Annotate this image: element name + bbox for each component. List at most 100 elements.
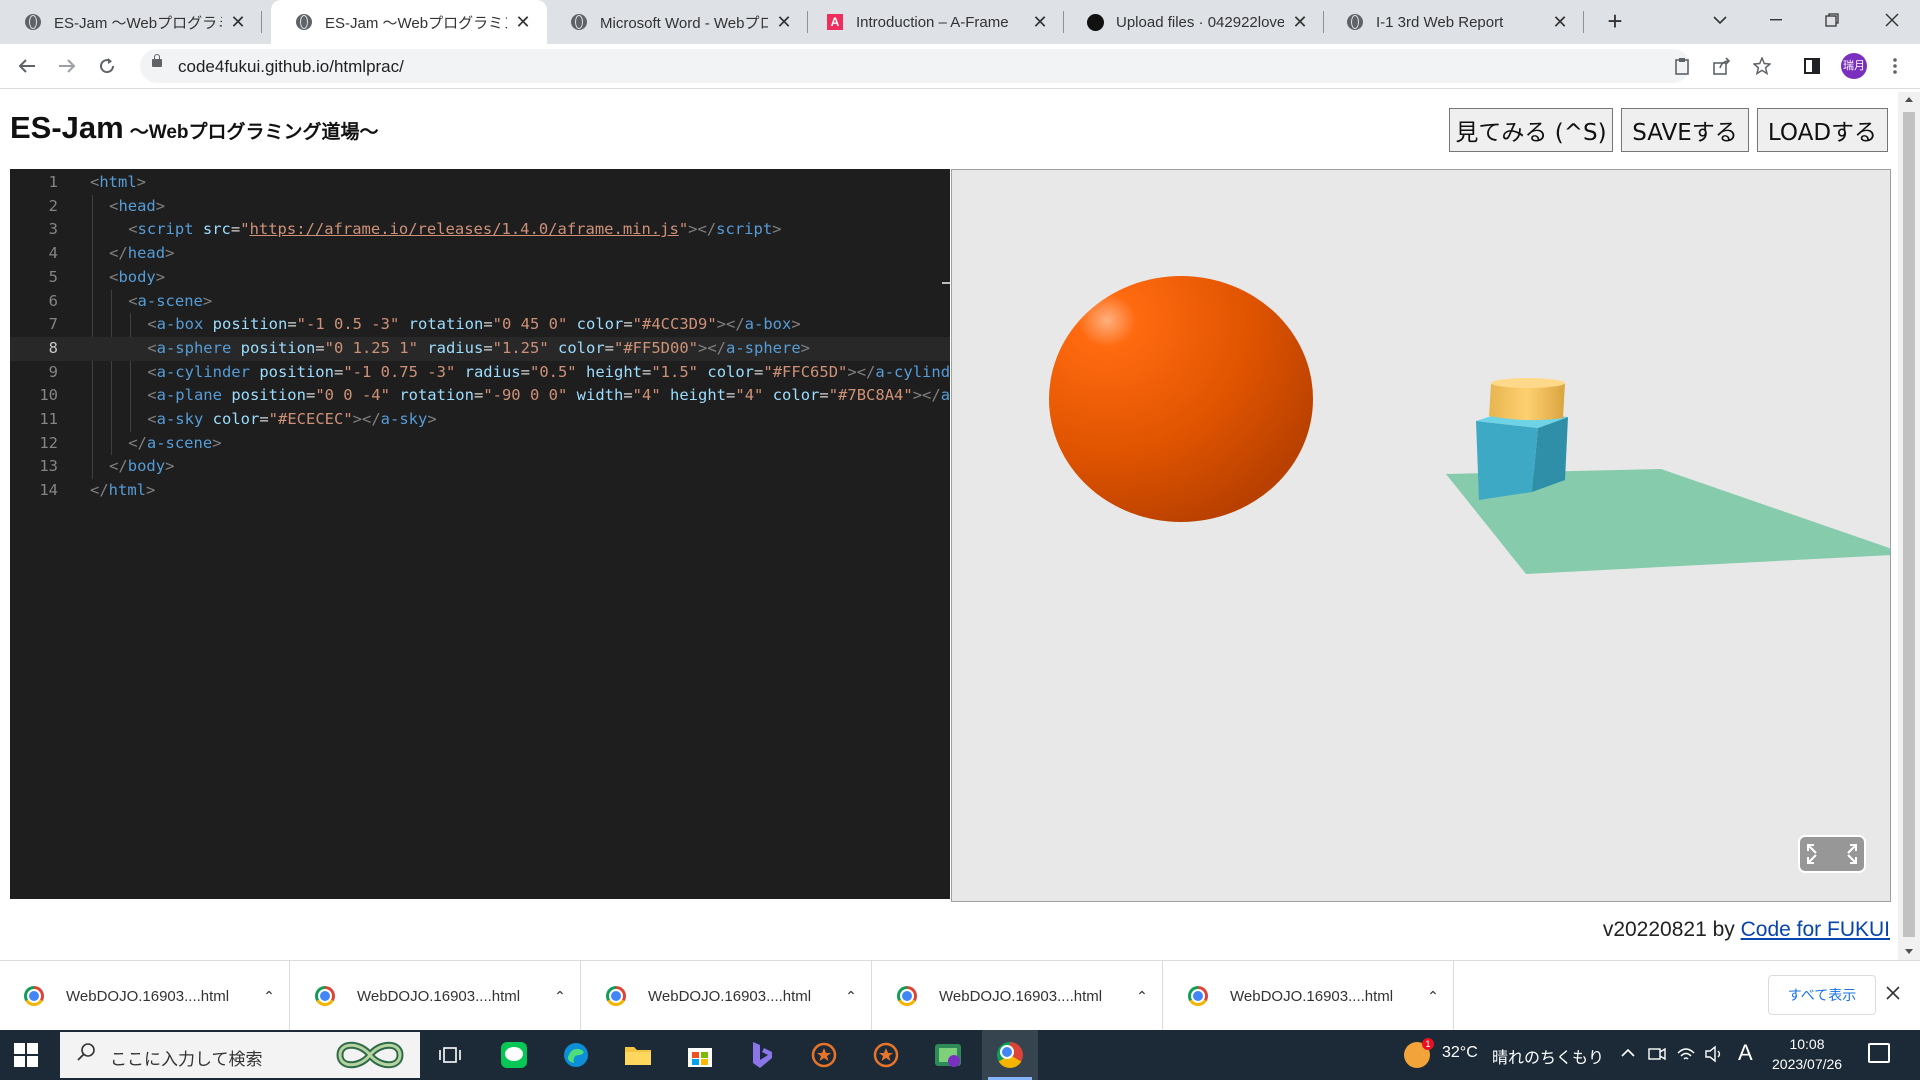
browser-tab[interactable]: ES-Jam ～Webプログラミング道場～ ✕ bbox=[271, 0, 547, 44]
bing-app[interactable] bbox=[734, 1030, 790, 1080]
page-scrollbar[interactable] bbox=[1898, 92, 1920, 960]
pinned-app-3[interactable] bbox=[920, 1030, 976, 1080]
close-window-button[interactable] bbox=[1864, 0, 1920, 40]
profile-avatar[interactable]: 瑞月 bbox=[1841, 53, 1867, 79]
side-panel-icon[interactable] bbox=[1800, 54, 1824, 78]
code-line[interactable]: 11 <a-sky color="#ECECEC"></a-sky> bbox=[10, 408, 950, 432]
browser-tab[interactable]: Microsoft Word - Webプログラミング ✕ bbox=[546, 0, 808, 44]
download-item[interactable]: WebDOJO.16903....html ⌃ bbox=[1164, 961, 1454, 1031]
ime-indicator[interactable]: A bbox=[1738, 1040, 1753, 1066]
file-explorer-app[interactable] bbox=[610, 1030, 666, 1080]
tab-close-icon[interactable]: ✕ bbox=[513, 12, 533, 33]
chevron-up-icon[interactable]: ⌃ bbox=[1413, 988, 1453, 1005]
chevron-up-icon[interactable]: ⌃ bbox=[1122, 988, 1162, 1005]
tab-close-icon[interactable]: ✕ bbox=[1030, 12, 1050, 33]
tab-close-icon[interactable]: ✕ bbox=[1290, 12, 1310, 33]
chevron-up-icon[interactable]: ⌃ bbox=[249, 988, 289, 1005]
code-line[interactable]: 10 <a-plane position="0 0 -4" rotation="-… bbox=[10, 384, 950, 408]
code-token[interactable]: https://aframe.io/releases/1.4.0/aframe.… bbox=[250, 220, 679, 238]
code-token: position bbox=[212, 315, 288, 334]
chevron-up-icon[interactable]: ⌃ bbox=[540, 988, 580, 1005]
task-view-button[interactable] bbox=[422, 1030, 478, 1080]
line-number: 8 bbox=[48, 338, 58, 357]
scroll-up-icon[interactable] bbox=[1898, 92, 1920, 108]
url-text[interactable]: code4fukui.github.io/htmlprac/ bbox=[178, 57, 404, 77]
new-tab-button[interactable]: + bbox=[1600, 6, 1630, 37]
code-line[interactable]: 6 <a-scene> bbox=[10, 290, 950, 314]
scrollbar-thumb[interactable] bbox=[1903, 112, 1915, 937]
forward-button[interactable] bbox=[52, 51, 82, 81]
browser-tab[interactable]: Upload files · 042922love/webdojo ✕ bbox=[1062, 0, 1324, 44]
code-editor[interactable]: 1 <html> 2 <head> 3 <script src="https://afra… bbox=[10, 169, 950, 899]
reload-button[interactable] bbox=[92, 51, 122, 81]
tab-close-icon[interactable]: ✕ bbox=[228, 12, 248, 33]
microsoft-store-app[interactable] bbox=[672, 1030, 728, 1080]
download-item[interactable]: WebDOJO.16903....html ⌃ bbox=[291, 961, 581, 1031]
tab-search-button[interactable] bbox=[1692, 0, 1748, 40]
share-icon[interactable] bbox=[1710, 54, 1734, 78]
code-line[interactable]: 8 <a-sphere position="0 1.25 1" radius="1… bbox=[10, 336, 950, 361]
address-bar[interactable]: code4fukui.github.io/htmlprac/ bbox=[140, 49, 1690, 83]
start-button[interactable] bbox=[14, 1043, 38, 1067]
notification-center-icon[interactable] bbox=[1868, 1043, 1890, 1063]
weather-icon[interactable]: 1 bbox=[1404, 1038, 1434, 1068]
code-line[interactable]: 7 <a-box position="-1 0.5 -3" rotation="0… bbox=[10, 313, 950, 337]
code-line[interactable]: 12 </a-scene> bbox=[10, 432, 950, 456]
browser-tab[interactable]: I-1 3rd Web Report ✕ bbox=[1322, 0, 1584, 44]
code-line[interactable]: 9 <a-cylinder position="-1 0.75 -3" radiu… bbox=[10, 361, 950, 385]
weather-temperature[interactable]: 32°C bbox=[1442, 1044, 1478, 1062]
chevron-up-icon[interactable] bbox=[1620, 1048, 1636, 1058]
load-button[interactable]: LOADする bbox=[1757, 108, 1888, 152]
bookmark-star-icon[interactable] bbox=[1750, 54, 1774, 78]
code-token: < bbox=[128, 220, 138, 239]
pinned-app-2[interactable] bbox=[858, 1030, 914, 1080]
scene-preview[interactable] bbox=[951, 169, 1891, 902]
tab-close-icon[interactable]: ✕ bbox=[1550, 12, 1570, 33]
weather-condition[interactable]: 晴れのちくもり bbox=[1492, 1044, 1604, 1068]
code-for-fukui-link[interactable]: Code for FUKUI bbox=[1741, 918, 1890, 941]
code-text: <body> bbox=[109, 266, 165, 290]
back-button[interactable] bbox=[12, 51, 42, 81]
code-line[interactable]: 5 <body> bbox=[10, 266, 950, 290]
download-item[interactable]: WebDOJO.16903....html ⌃ bbox=[582, 961, 872, 1031]
browser-tab[interactable]: ES-Jam ～Webプログラミング道場～ ✕ bbox=[0, 0, 262, 44]
code-line[interactable]: 1 <html> bbox=[10, 171, 950, 195]
download-item[interactable]: WebDOJO.16903....html ⌃ bbox=[873, 961, 1163, 1031]
wifi-icon[interactable] bbox=[1676, 1045, 1696, 1063]
pinned-app-1[interactable] bbox=[796, 1030, 852, 1080]
code-line[interactable]: 4 </head> bbox=[10, 242, 950, 266]
download-item[interactable]: WebDOJO.16903....html ⌃ bbox=[0, 961, 290, 1031]
meet-now-icon[interactable] bbox=[1648, 1045, 1666, 1063]
globe-icon bbox=[570, 13, 588, 31]
edge-app[interactable] bbox=[548, 1030, 604, 1080]
edge-icon bbox=[564, 1043, 588, 1067]
code-line[interactable]: 14 </html> bbox=[10, 479, 950, 503]
browser-tab[interactable]: A Introduction – A-Frame ✕ bbox=[802, 0, 1064, 44]
code-token: > bbox=[427, 410, 437, 428]
close-downloads-button[interactable] bbox=[1886, 983, 1900, 1006]
chevron-up-icon[interactable]: ⌃ bbox=[831, 988, 871, 1005]
line-app[interactable] bbox=[486, 1030, 542, 1080]
tab-close-icon[interactable]: ✕ bbox=[774, 12, 794, 33]
taskbar-search-box[interactable]: ここに入力して検索 bbox=[60, 1032, 420, 1078]
code-token: color bbox=[558, 338, 605, 357]
code-line[interactable]: 3 <script src="https://aframe.io/releases… bbox=[10, 218, 950, 242]
code-line[interactable]: 2 <head> bbox=[10, 195, 950, 219]
volume-icon[interactable] bbox=[1704, 1045, 1724, 1063]
save-button[interactable]: SAVEする bbox=[1621, 108, 1749, 152]
code-line[interactable]: 13 </body> bbox=[10, 455, 950, 479]
show-all-downloads-button[interactable]: すべて表示 bbox=[1768, 975, 1876, 1015]
chrome-app[interactable] bbox=[982, 1030, 1038, 1080]
clipboard-icon[interactable] bbox=[1670, 54, 1694, 78]
view-button[interactable]: 見てみる (^S) bbox=[1449, 108, 1613, 152]
line-number: 10 bbox=[39, 386, 58, 405]
scroll-down-icon[interactable] bbox=[1898, 944, 1920, 960]
code-token: ></ bbox=[847, 362, 876, 381]
browser-menu-icon[interactable] bbox=[1883, 54, 1907, 78]
minimize-button[interactable] bbox=[1748, 0, 1804, 40]
code-token: > bbox=[772, 220, 782, 239]
restore-button[interactable] bbox=[1804, 0, 1860, 40]
clock[interactable]: 10:08 2023/07/26 bbox=[1772, 1034, 1842, 1074]
vr-mode-button[interactable] bbox=[1798, 835, 1866, 873]
